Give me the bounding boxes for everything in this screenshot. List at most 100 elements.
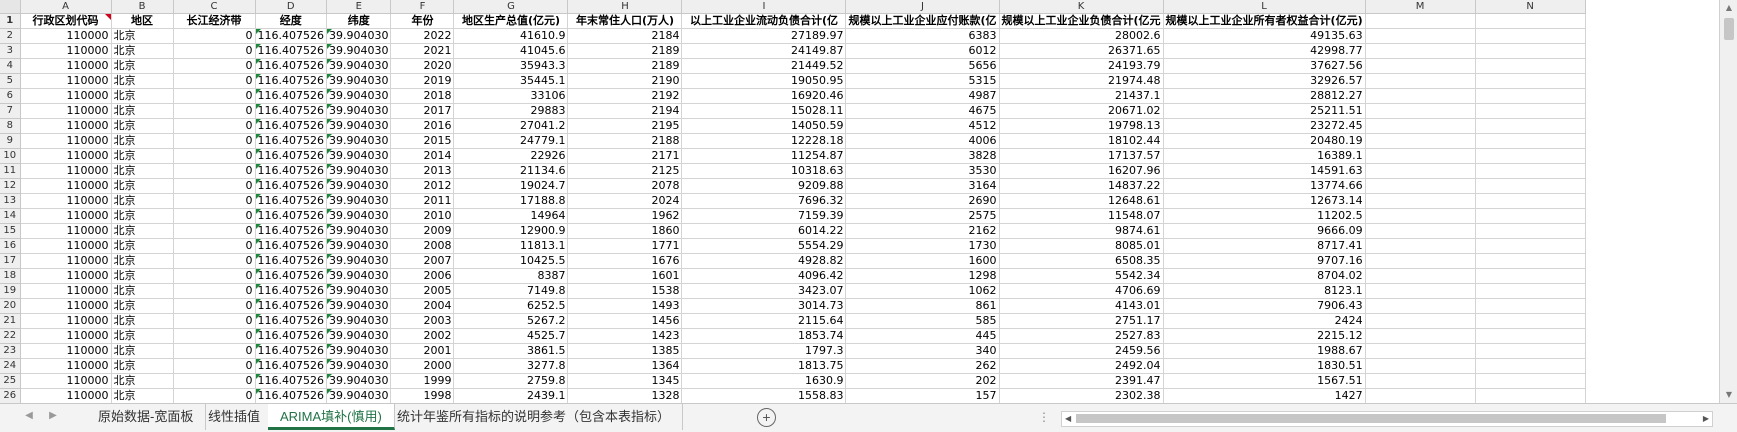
cell-h26[interactable]: 1328 xyxy=(567,388,683,403)
row-header[interactable]: 25 xyxy=(0,373,21,389)
row-header[interactable]: 9 xyxy=(0,133,21,149)
cell-a8[interactable]: 110000 xyxy=(20,118,112,134)
cell-h5[interactable]: 2190 xyxy=(567,73,683,89)
cell-f25[interactable]: 1999 xyxy=(390,373,455,389)
cell-i2[interactable]: 27189.97 xyxy=(681,28,847,44)
cell-n4[interactable] xyxy=(1475,58,1586,74)
cell-h10[interactable]: 2171 xyxy=(567,148,683,164)
cell-j3[interactable]: 6012 xyxy=(845,43,1000,59)
cell-e17[interactable]: 39.904030 xyxy=(326,253,392,269)
cell-a24[interactable]: 110000 xyxy=(20,358,112,374)
cell-k3[interactable]: 26371.65 xyxy=(999,43,1164,59)
row-header[interactable]: 8 xyxy=(0,118,21,134)
horizontal-scroll-thumb[interactable] xyxy=(1076,414,1666,423)
cell-m10[interactable] xyxy=(1365,148,1476,164)
row-header[interactable]: 19 xyxy=(0,283,21,299)
next-sheet-icon[interactable]: ▶ xyxy=(46,410,60,421)
cell-d14[interactable]: 116.407526 xyxy=(255,208,327,224)
cell-g23[interactable]: 3861.5 xyxy=(453,343,569,359)
cell-e2[interactable]: 39.904030 xyxy=(326,28,392,44)
cell-k10[interactable]: 17137.57 xyxy=(999,148,1164,164)
cell-d21[interactable]: 116.407526 xyxy=(255,313,327,329)
cell-e23[interactable]: 39.904030 xyxy=(326,343,392,359)
cell-b3[interactable]: 北京 xyxy=(111,43,174,59)
scroll-left-icon[interactable]: ◀ xyxy=(1065,412,1071,426)
cell-h18[interactable]: 1601 xyxy=(567,268,683,284)
cell-a23[interactable]: 110000 xyxy=(20,343,112,359)
cell-j11[interactable]: 3530 xyxy=(845,163,1000,179)
cell-c7[interactable]: 0 xyxy=(173,103,256,119)
cell-g11[interactable]: 21134.6 xyxy=(453,163,569,179)
cell-d16[interactable]: 116.407526 xyxy=(255,238,327,254)
cell-f14[interactable]: 2010 xyxy=(390,208,455,224)
cell-j21[interactable]: 585 xyxy=(845,313,1000,329)
cell-i26[interactable]: 1558.83 xyxy=(681,388,847,403)
cell-m13[interactable] xyxy=(1365,193,1476,209)
cell-b11[interactable]: 北京 xyxy=(111,163,174,179)
cell-n3[interactable] xyxy=(1475,43,1586,59)
cell-f23[interactable]: 2001 xyxy=(390,343,455,359)
cell-n18[interactable] xyxy=(1475,268,1586,284)
cell-l1[interactable]: 规模以上工业企业所有者权益合计(亿元) xyxy=(1163,13,1366,29)
cell-j14[interactable]: 2575 xyxy=(845,208,1000,224)
cell-h4[interactable]: 2189 xyxy=(567,58,683,74)
cell-c1[interactable]: 长江经济带 xyxy=(173,13,256,29)
cell-e12[interactable]: 39.904030 xyxy=(326,178,392,194)
cell-h17[interactable]: 1676 xyxy=(567,253,683,269)
cell-i20[interactable]: 3014.73 xyxy=(681,298,847,314)
cell-k2[interactable]: 28002.6 xyxy=(999,28,1164,44)
sheet-tab-1[interactable]: 原始数据-宽面板 xyxy=(86,404,207,430)
cell-b5[interactable]: 北京 xyxy=(111,73,174,89)
cell-a26[interactable]: 110000 xyxy=(20,388,112,403)
cell-c22[interactable]: 0 xyxy=(173,328,256,344)
cell-k5[interactable]: 21974.48 xyxy=(999,73,1164,89)
cell-l22[interactable]: 2215.12 xyxy=(1163,328,1366,344)
cell-d24[interactable]: 116.407526 xyxy=(255,358,327,374)
cell-g3[interactable]: 41045.6 xyxy=(453,43,569,59)
cell-c25[interactable]: 0 xyxy=(173,373,256,389)
cell-i1[interactable]: 以上工业企业流动负债合计(亿 xyxy=(681,13,847,29)
column-header-a[interactable]: A xyxy=(20,0,112,14)
cell-e7[interactable]: 39.904030 xyxy=(326,103,392,119)
cell-j1[interactable]: 规模以上工业企业应付账款(亿 xyxy=(845,13,1000,29)
cell-c11[interactable]: 0 xyxy=(173,163,256,179)
cell-e1[interactable]: 纬度 xyxy=(326,13,392,29)
cell-e5[interactable]: 39.904030 xyxy=(326,73,392,89)
scroll-down-icon[interactable]: ▼ xyxy=(1720,387,1737,403)
cell-l18[interactable]: 8704.02 xyxy=(1163,268,1366,284)
cell-a4[interactable]: 110000 xyxy=(20,58,112,74)
cell-k24[interactable]: 2492.04 xyxy=(999,358,1164,374)
cell-j8[interactable]: 4512 xyxy=(845,118,1000,134)
cell-c26[interactable]: 0 xyxy=(173,388,256,403)
cell-d22[interactable]: 116.407526 xyxy=(255,328,327,344)
cell-c4[interactable]: 0 xyxy=(173,58,256,74)
row-header[interactable]: 15 xyxy=(0,223,21,239)
cell-g25[interactable]: 2759.8 xyxy=(453,373,569,389)
cell-h13[interactable]: 2024 xyxy=(567,193,683,209)
cell-i7[interactable]: 15028.11 xyxy=(681,103,847,119)
cell-n7[interactable] xyxy=(1475,103,1586,119)
cell-b4[interactable]: 北京 xyxy=(111,58,174,74)
cell-m8[interactable] xyxy=(1365,118,1476,134)
cell-l4[interactable]: 37627.56 xyxy=(1163,58,1366,74)
cell-m26[interactable] xyxy=(1365,388,1476,403)
cell-b26[interactable]: 北京 xyxy=(111,388,174,403)
cell-g19[interactable]: 7149.8 xyxy=(453,283,569,299)
cell-n22[interactable] xyxy=(1475,328,1586,344)
cell-k19[interactable]: 4706.69 xyxy=(999,283,1164,299)
cell-d20[interactable]: 116.407526 xyxy=(255,298,327,314)
cell-i23[interactable]: 1797.3 xyxy=(681,343,847,359)
cell-d10[interactable]: 116.407526 xyxy=(255,148,327,164)
cell-k12[interactable]: 14837.22 xyxy=(999,178,1164,194)
cell-g2[interactable]: 41610.9 xyxy=(453,28,569,44)
cell-d17[interactable]: 116.407526 xyxy=(255,253,327,269)
cell-a18[interactable]: 110000 xyxy=(20,268,112,284)
cell-d5[interactable]: 116.407526 xyxy=(255,73,327,89)
cell-i11[interactable]: 10318.63 xyxy=(681,163,847,179)
cell-e8[interactable]: 39.904030 xyxy=(326,118,392,134)
cell-b8[interactable]: 北京 xyxy=(111,118,174,134)
cell-f19[interactable]: 2005 xyxy=(390,283,455,299)
cell-d19[interactable]: 116.407526 xyxy=(255,283,327,299)
cell-l21[interactable]: 2424 xyxy=(1163,313,1366,329)
cell-l11[interactable]: 14591.63 xyxy=(1163,163,1366,179)
